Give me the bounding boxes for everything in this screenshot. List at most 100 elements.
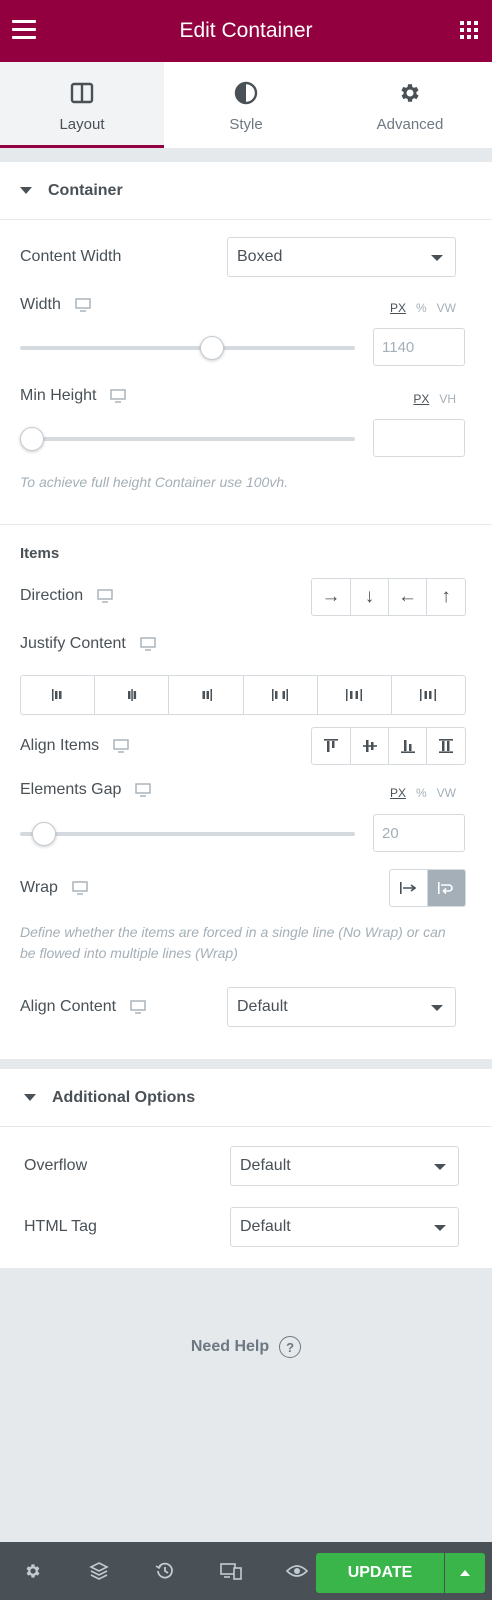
unit-vw[interactable]: VW <box>437 301 456 315</box>
width-slider-handle[interactable] <box>200 336 225 360</box>
justify-space-evenly-button[interactable] <box>392 676 465 714</box>
items-section: Items Direction → ↓ ← ↑ Justify Content <box>0 525 492 1059</box>
align-stretch-button[interactable] <box>427 728 465 764</box>
items-title: Items <box>20 545 60 562</box>
elements-gap-units: PX % VW <box>390 786 456 800</box>
update-options-button[interactable] <box>445 1553 485 1593</box>
container-section-title: Container <box>48 181 123 199</box>
no-wrap-icon <box>400 882 417 894</box>
gear-icon <box>401 84 419 102</box>
wrap-label: Wrap <box>20 879 58 896</box>
justify-end-button[interactable] <box>169 676 244 714</box>
tab-advanced[interactable]: Advanced <box>328 62 492 148</box>
tab-style[interactable]: Style <box>164 62 328 148</box>
desktop-icon[interactable] <box>130 1000 146 1014</box>
align-center-button[interactable] <box>351 728 389 764</box>
question-circle-icon: ? <box>279 1336 302 1358</box>
unit-px[interactable]: PX <box>413 392 429 406</box>
responsive-icon[interactable] <box>198 1542 264 1600</box>
align-content-label: Align Content <box>20 998 117 1015</box>
desktop-icon[interactable] <box>72 881 88 895</box>
tab-style-label: Style <box>229 116 263 133</box>
tab-layout-label: Layout <box>59 116 105 133</box>
wrap-buttons <box>389 869 466 907</box>
justify-center-button[interactable] <box>95 676 170 714</box>
unit-percent[interactable]: % <box>416 301 427 315</box>
direction-row-reverse-button[interactable]: ← <box>389 579 427 615</box>
tab-gap <box>0 148 492 162</box>
width-input[interactable]: 1140 <box>373 328 465 366</box>
justify-start-icon <box>51 689 62 701</box>
caret-down-icon <box>24 1094 36 1101</box>
need-help-label: Need Help <box>190 1338 270 1355</box>
justify-space-between-button[interactable] <box>244 676 318 714</box>
additional-options-section: Additional Options Overflow Default HTML… <box>0 1069 492 1268</box>
tab-advanced-label: Advanced <box>376 116 444 133</box>
desktop-icon[interactable] <box>113 739 129 753</box>
arrow-up-icon: ↑ <box>441 586 451 607</box>
min-height-input[interactable] <box>373 419 465 457</box>
update-button[interactable]: UPDATE <box>316 1553 444 1593</box>
unit-percent[interactable]: % <box>416 786 427 800</box>
caret-up-icon <box>460 1570 470 1576</box>
history-icon[interactable] <box>132 1542 198 1600</box>
desktop-icon[interactable] <box>75 298 91 312</box>
elements-gap-slider-track[interactable] <box>20 832 355 836</box>
content-width-label: Content Width <box>20 248 122 265</box>
direction-row-button[interactable]: → <box>312 579 351 615</box>
elements-gap-slider-handle[interactable] <box>32 822 57 846</box>
direction-column-reverse-button[interactable]: ↑ <box>427 579 465 615</box>
layers-icon[interactable] <box>66 1542 132 1600</box>
overflow-label: Overflow <box>24 1157 88 1174</box>
html-tag-select[interactable]: Default <box>230 1207 459 1247</box>
no-wrap-button[interactable] <box>390 870 428 906</box>
unit-vh[interactable]: VH <box>439 392 456 406</box>
wrap-button[interactable] <box>427 870 465 906</box>
additional-options-toggle[interactable]: Additional Options <box>0 1069 492 1127</box>
caret-down-icon <box>431 255 443 261</box>
wrap-note: Define whether the items are forced in a… <box>20 924 446 961</box>
width-label: Width <box>20 296 61 313</box>
caret-down-icon <box>431 1005 443 1011</box>
grid-icon[interactable] <box>460 21 478 39</box>
desktop-icon[interactable] <box>97 589 113 603</box>
container-section-toggle[interactable]: Container <box>0 162 492 220</box>
hamburger-icon[interactable] <box>12 20 36 40</box>
desktop-icon[interactable] <box>140 637 156 651</box>
desktop-icon[interactable] <box>110 389 127 403</box>
overflow-select[interactable]: Default <box>230 1146 459 1186</box>
caret-down-icon <box>434 1225 446 1231</box>
justify-space-around-button[interactable] <box>318 676 392 714</box>
align-stretch-icon <box>439 739 453 753</box>
direction-column-button[interactable]: ↓ <box>351 579 389 615</box>
desktop-icon[interactable] <box>135 783 152 797</box>
unit-px[interactable]: PX <box>390 786 406 800</box>
elements-gap-input[interactable]: 20 <box>373 814 465 852</box>
arrow-right-icon: → <box>321 586 341 607</box>
need-help-link[interactable]: Need Help ? <box>0 1336 492 1358</box>
settings-icon[interactable] <box>0 1542 66 1600</box>
panel-tabs: Layout Style Advanced <box>0 62 492 148</box>
panel-header: Edit Container <box>0 0 492 62</box>
justify-space-around-icon <box>346 689 363 701</box>
width-units: PX % VW <box>390 301 456 315</box>
justify-space-between-icon <box>272 689 289 701</box>
arrow-down-icon: ↓ <box>364 586 375 607</box>
width-value: 1140 <box>382 338 415 356</box>
direction-label: Direction <box>20 587 84 604</box>
align-content-select[interactable]: Default <box>227 987 456 1027</box>
align-start-button[interactable] <box>312 728 351 764</box>
min-height-slider-handle[interactable] <box>20 427 44 451</box>
justify-start-button[interactable] <box>21 676 96 714</box>
align-center-icon <box>362 740 377 752</box>
align-end-button[interactable] <box>389 728 427 764</box>
caret-down-icon <box>434 1164 446 1170</box>
align-end-icon <box>400 740 415 753</box>
unit-px[interactable]: PX <box>390 301 406 315</box>
content-width-select[interactable]: Boxed <box>227 237 456 277</box>
unit-vw[interactable]: VW <box>437 786 456 800</box>
width-slider-track[interactable] <box>20 346 355 350</box>
content-width-value: Boxed <box>237 248 283 265</box>
min-height-slider-track[interactable] <box>20 437 355 441</box>
tab-layout[interactable]: Layout <box>0 62 164 148</box>
